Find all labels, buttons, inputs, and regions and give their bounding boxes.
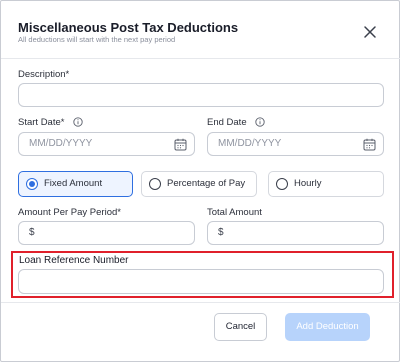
radio-percentage-of-pay[interactable]: Percentage of Pay: [141, 171, 257, 197]
add-deduction-button[interactable]: Add Deduction: [285, 313, 370, 341]
radio-button[interactable]: [276, 178, 288, 190]
start-date-input[interactable]: MM/DD/YYYY: [18, 132, 195, 156]
calendar-icon[interactable]: [174, 138, 187, 151]
end-date-label-row: End Date: [207, 117, 265, 128]
radio-percentage-of-pay-label: Percentage of Pay: [167, 178, 246, 189]
start-date-label: Start Date*: [18, 117, 65, 128]
header-divider: [1, 58, 400, 59]
description-label: Description*: [18, 69, 70, 80]
currency-prefix: $: [218, 227, 224, 238]
radio-hourly[interactable]: Hourly: [268, 171, 384, 197]
loan-reference-label: Loan Reference Number: [19, 255, 129, 266]
amount-per-period-label: Amount Per Pay Period*: [18, 207, 121, 218]
amount-per-period-input[interactable]: $: [18, 221, 195, 245]
total-amount-label: Total Amount: [207, 207, 262, 218]
info-icon[interactable]: [255, 117, 265, 128]
start-date-placeholder: MM/DD/YYYY: [29, 138, 93, 149]
radio-fixed-amount[interactable]: Fixed Amount: [18, 171, 133, 197]
modal-dialog: Miscellaneous Post Tax Deductions All de…: [0, 0, 400, 362]
cancel-button[interactable]: Cancel: [214, 313, 267, 341]
radio-fixed-amount-label: Fixed Amount: [44, 178, 103, 189]
end-date-label: End Date: [207, 117, 247, 128]
end-date-placeholder: MM/DD/YYYY: [218, 138, 282, 149]
footer-divider: [1, 302, 400, 303]
description-input[interactable]: [18, 83, 384, 107]
loan-reference-input[interactable]: [18, 269, 384, 294]
radio-hourly-label: Hourly: [294, 178, 322, 189]
radio-button[interactable]: [149, 178, 161, 190]
radio-button[interactable]: [26, 178, 38, 190]
end-date-input[interactable]: MM/DD/YYYY: [207, 132, 384, 156]
close-icon[interactable]: [362, 24, 378, 40]
modal-subtitle: All deductions will start with the next …: [18, 35, 176, 44]
info-icon[interactable]: [73, 117, 83, 128]
modal-title: Miscellaneous Post Tax Deductions: [18, 20, 239, 35]
currency-prefix: $: [29, 227, 35, 238]
start-date-label-row: Start Date*: [18, 117, 83, 128]
calendar-icon[interactable]: [363, 138, 376, 151]
total-amount-input[interactable]: $: [207, 221, 384, 245]
